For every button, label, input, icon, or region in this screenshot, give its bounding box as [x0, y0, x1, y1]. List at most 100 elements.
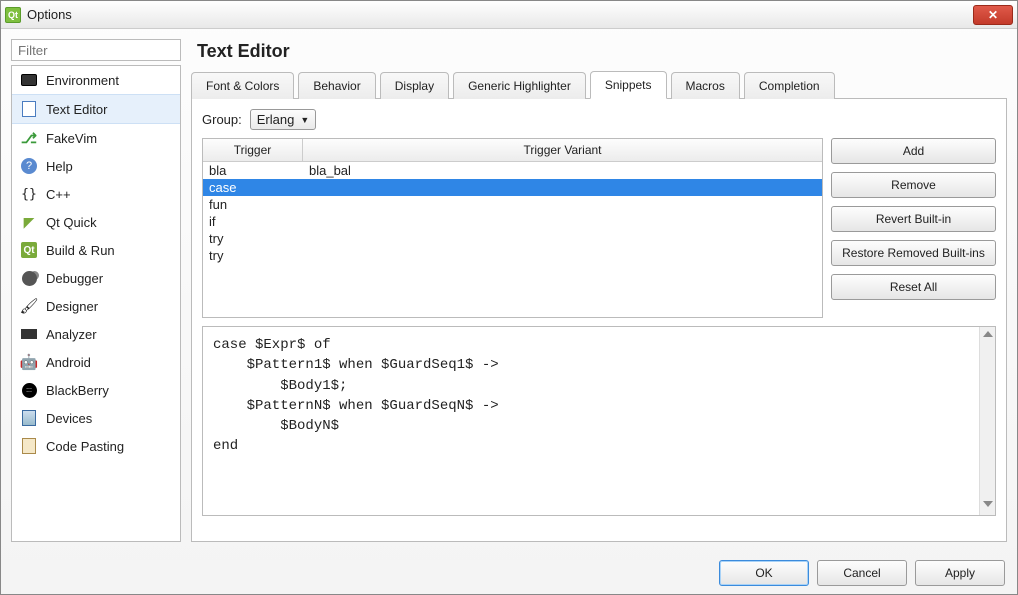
bug-icon — [20, 269, 38, 287]
brush-icon: 🖌 — [20, 297, 38, 315]
ok-button[interactable]: OK — [719, 560, 809, 586]
button-label: Revert Built-in — [876, 212, 951, 226]
button-label: Restore Removed Built-ins — [842, 246, 985, 260]
button-label: Remove — [891, 178, 936, 192]
analyzer-icon — [20, 325, 38, 343]
window-title: Options — [27, 7, 973, 22]
snippets-panel: Group: Erlang ▼ Trigger Trigger Variant — [191, 99, 1007, 542]
add-button[interactable]: Add — [831, 138, 996, 164]
category-list[interactable]: Environment Text Editor ⎇ FakeVim ? Help… — [11, 65, 181, 542]
cell-trigger: bla — [209, 163, 309, 178]
category-qt-quick[interactable]: ◤ Qt Quick — [12, 208, 180, 236]
remove-button[interactable]: Remove — [831, 172, 996, 198]
tab-behavior[interactable]: Behavior — [298, 72, 375, 99]
category-label: Code Pasting — [46, 439, 124, 454]
qt-app-icon: Qt — [5, 7, 21, 23]
titlebar: Qt Options ✕ — [1, 1, 1017, 29]
device-icon — [20, 409, 38, 427]
page-title: Text Editor — [191, 39, 1007, 70]
text-editor-icon — [20, 100, 38, 118]
window-close-button[interactable]: ✕ — [973, 5, 1013, 25]
group-select[interactable]: Erlang ▼ — [250, 109, 317, 130]
snippets-mid-row: Trigger Trigger Variant bla bla_bal case — [202, 138, 996, 318]
category-label: Devices — [46, 411, 92, 426]
table-row[interactable]: case — [203, 179, 822, 196]
category-environment[interactable]: Environment — [12, 66, 180, 94]
cell-variant — [309, 231, 816, 246]
snippet-editor[interactable]: case $Expr$ of $Pattern1$ when $GuardSeq… — [202, 326, 996, 516]
apply-button[interactable]: Apply — [915, 560, 1005, 586]
category-label: Help — [46, 159, 73, 174]
dialog-body: Environment Text Editor ⎇ FakeVim ? Help… — [1, 29, 1017, 552]
category-label: Build & Run — [46, 243, 115, 258]
revert-builtin-button[interactable]: Revert Built-in — [831, 206, 996, 232]
monitor-icon — [20, 71, 38, 89]
table-body: bla bla_bal case fun — [203, 162, 822, 317]
category-debugger[interactable]: Debugger — [12, 264, 180, 292]
category-analyzer[interactable]: Analyzer — [12, 320, 180, 348]
table-row[interactable]: if — [203, 213, 822, 230]
category-text-editor[interactable]: Text Editor — [12, 94, 180, 124]
category-blackberry[interactable]: ::: BlackBerry — [12, 376, 180, 404]
table-row[interactable]: fun — [203, 196, 822, 213]
tab-display[interactable]: Display — [380, 72, 449, 99]
table-row[interactable]: try — [203, 247, 822, 264]
cell-variant — [309, 180, 816, 195]
category-cpp[interactable]: {} C++ — [12, 180, 180, 208]
cell-variant: bla_bal — [309, 163, 816, 178]
tab-label: Display — [395, 79, 434, 93]
tab-label: Snippets — [605, 78, 652, 92]
scroll-down-icon — [983, 501, 993, 507]
tab-generic-highlighter[interactable]: Generic Highlighter — [453, 72, 586, 99]
tab-label: Completion — [759, 79, 820, 93]
cancel-button[interactable]: Cancel — [817, 560, 907, 586]
category-build-run[interactable]: Qt Build & Run — [12, 236, 180, 264]
group-label: Group: — [202, 112, 242, 127]
category-code-pasting[interactable]: Code Pasting — [12, 432, 180, 460]
category-label: Designer — [46, 299, 98, 314]
category-label: C++ — [46, 187, 71, 202]
help-icon: ? — [20, 157, 38, 175]
cell-variant — [309, 214, 816, 229]
table-row[interactable]: bla bla_bal — [203, 162, 822, 179]
sidebar: Environment Text Editor ⎇ FakeVim ? Help… — [11, 39, 181, 542]
category-label: FakeVim — [46, 131, 97, 146]
category-designer[interactable]: 🖌 Designer — [12, 292, 180, 320]
button-label: Cancel — [843, 566, 880, 580]
col-trigger[interactable]: Trigger — [203, 139, 303, 161]
tab-bar: Font & Colors Behavior Display Generic H… — [191, 70, 1007, 99]
category-label: Android — [46, 355, 91, 370]
qt-quick-icon: ◤ — [20, 213, 38, 231]
button-label: Add — [903, 144, 924, 158]
category-fakevim[interactable]: ⎇ FakeVim — [12, 124, 180, 152]
category-filter-input[interactable] — [11, 39, 181, 61]
main-panel: Text Editor Font & Colors Behavior Displ… — [191, 39, 1007, 542]
close-icon: ✕ — [988, 8, 998, 22]
tab-completion[interactable]: Completion — [744, 72, 835, 99]
cell-variant — [309, 248, 816, 263]
reset-all-button[interactable]: Reset All — [831, 274, 996, 300]
table-header: Trigger Trigger Variant — [203, 139, 822, 162]
restore-removed-builtins-button[interactable]: Restore Removed Built-ins — [831, 240, 996, 266]
chevron-down-icon: ▼ — [300, 115, 309, 125]
category-label: Environment — [46, 73, 119, 88]
category-devices[interactable]: Devices — [12, 404, 180, 432]
tab-label: Generic Highlighter — [468, 79, 571, 93]
tab-label: Font & Colors — [206, 79, 279, 93]
blackberry-icon: ::: — [20, 381, 38, 399]
cell-trigger: try — [209, 231, 309, 246]
group-row: Group: Erlang ▼ — [202, 109, 996, 130]
table-row[interactable]: try — [203, 230, 822, 247]
category-android[interactable]: 🤖 Android — [12, 348, 180, 376]
tab-snippets[interactable]: Snippets — [590, 71, 667, 99]
category-label: Text Editor — [46, 102, 107, 117]
col-trigger-variant[interactable]: Trigger Variant — [303, 139, 822, 161]
paste-icon — [20, 437, 38, 455]
category-help[interactable]: ? Help — [12, 152, 180, 180]
snippet-code: case $Expr$ of $Pattern1$ when $GuardSeq… — [203, 327, 995, 465]
group-value: Erlang — [257, 112, 295, 127]
android-icon: 🤖 — [20, 353, 38, 371]
editor-scrollbar[interactable] — [979, 327, 995, 515]
tab-font-colors[interactable]: Font & Colors — [191, 72, 294, 99]
tab-macros[interactable]: Macros — [671, 72, 740, 99]
